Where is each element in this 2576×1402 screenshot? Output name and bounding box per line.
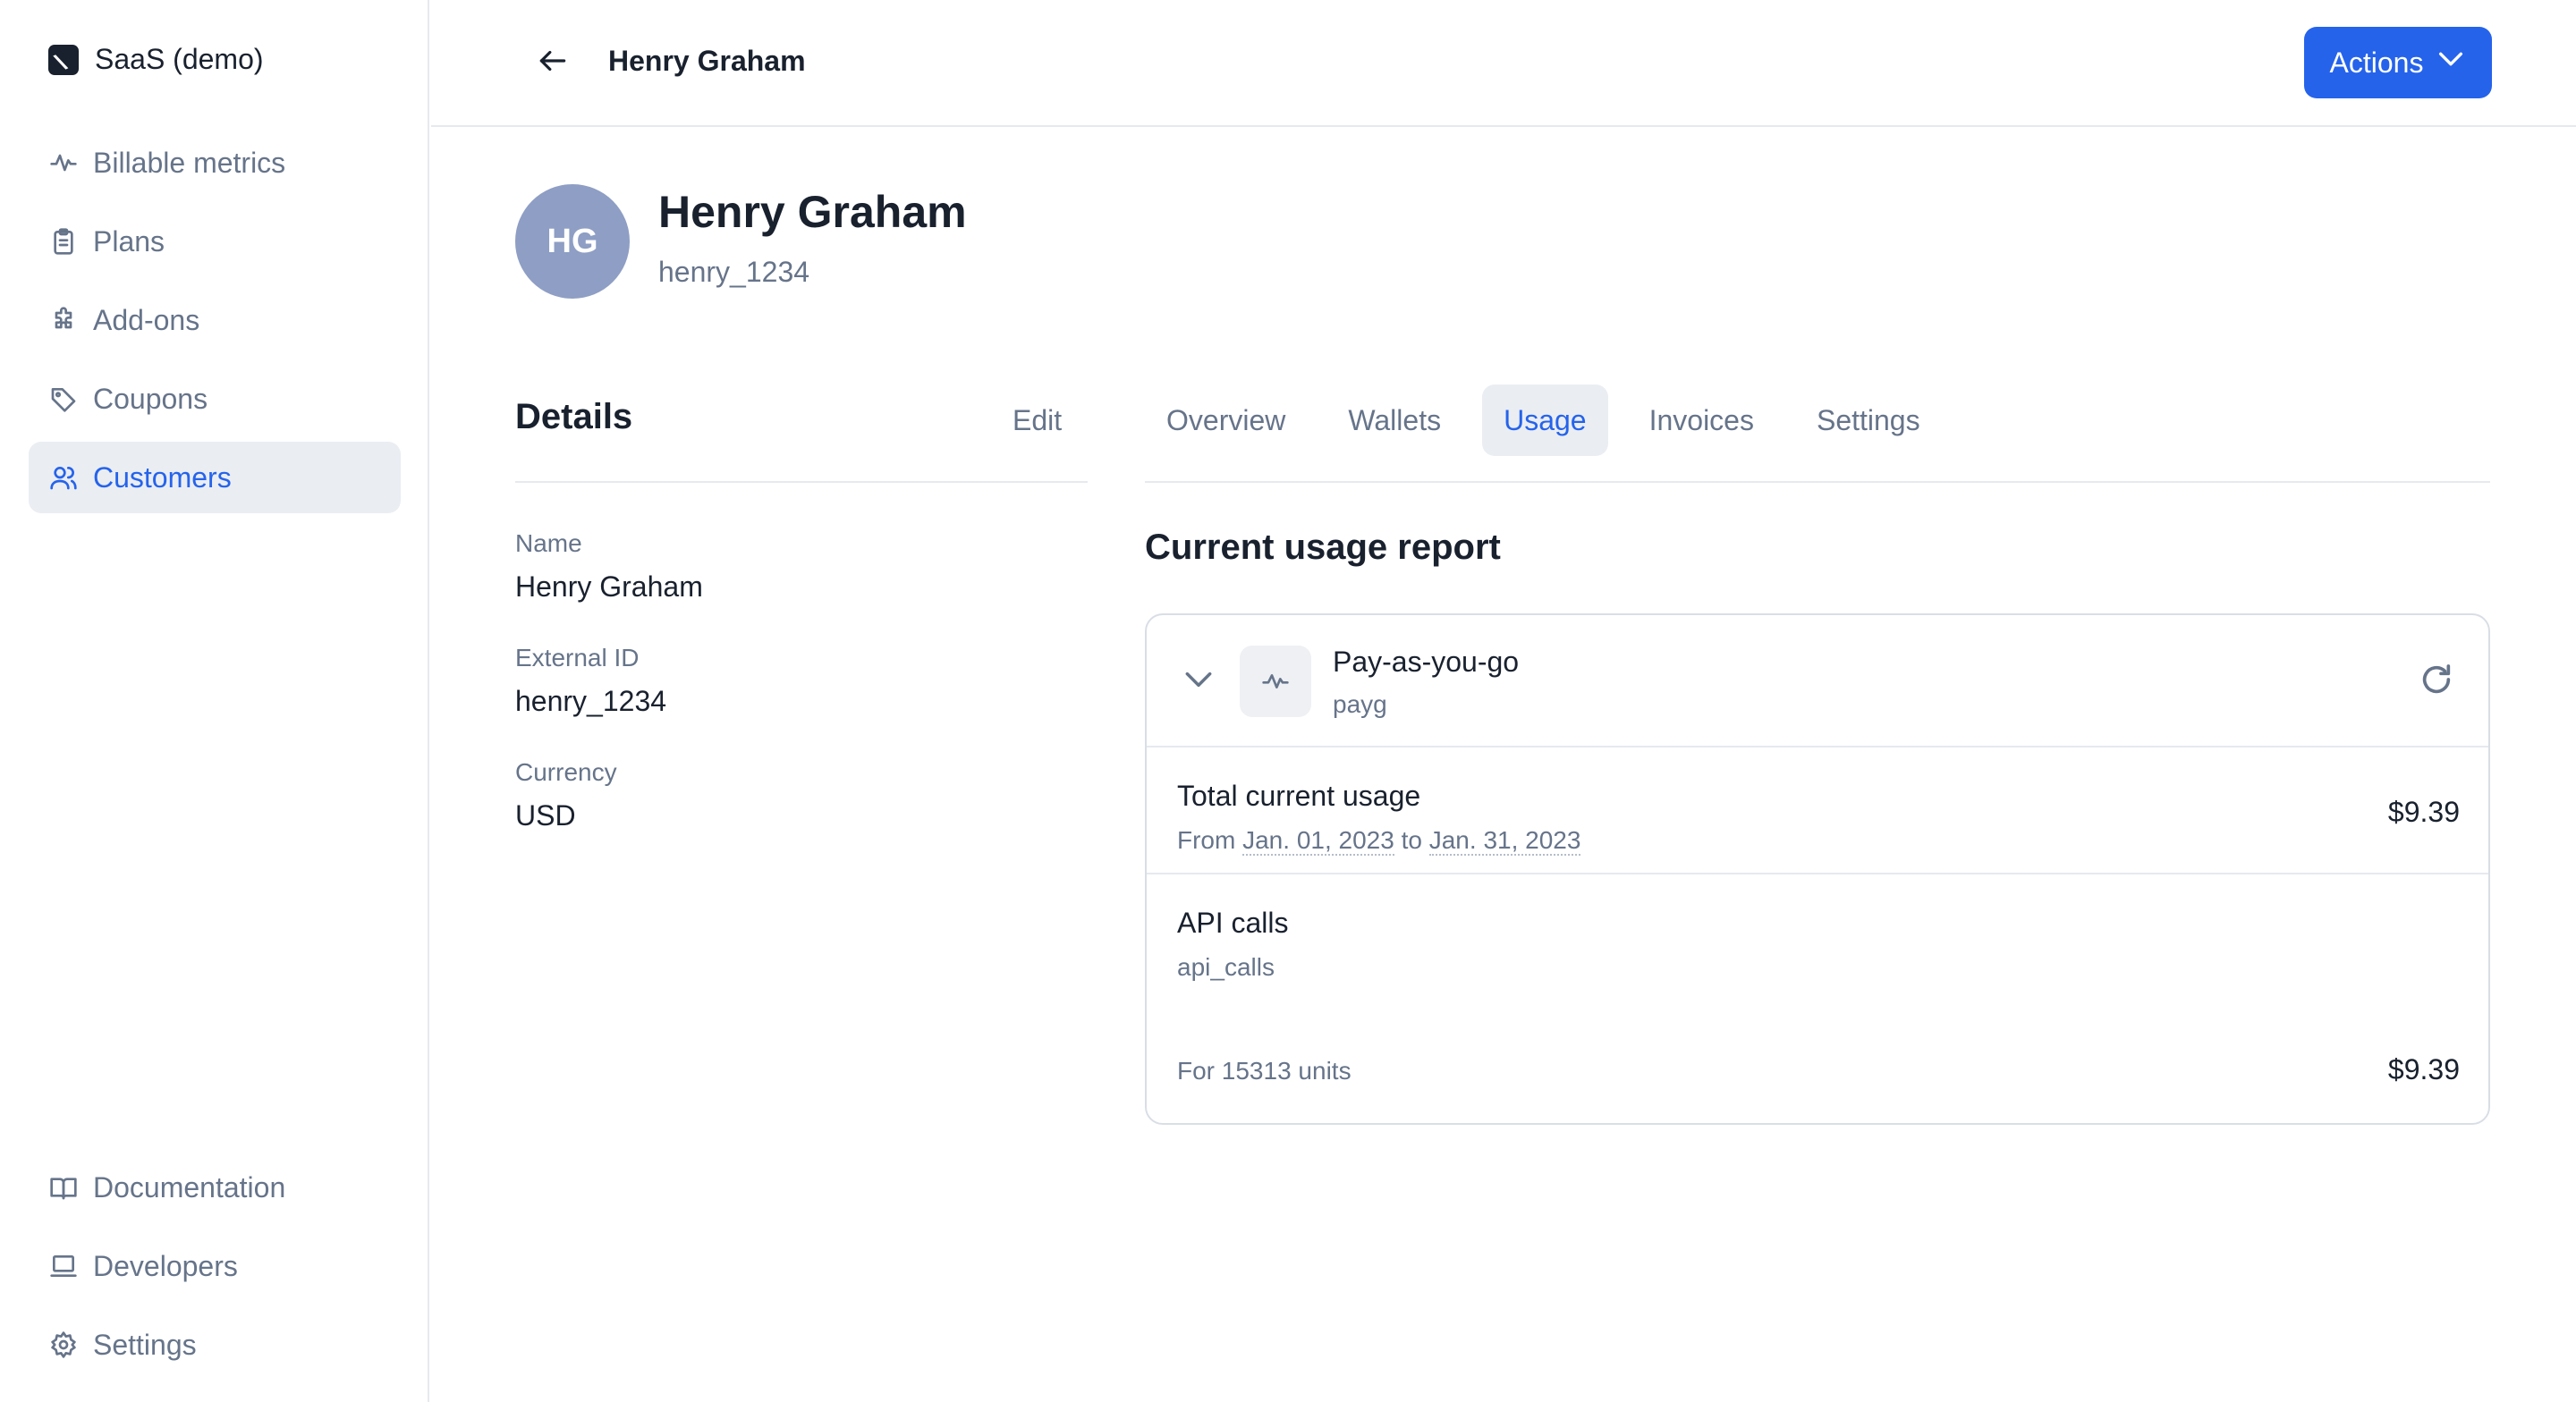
puzzle-icon	[48, 305, 79, 335]
back-button[interactable]	[530, 41, 576, 84]
customer-external-id: henry_1234	[658, 256, 810, 288]
sidebar-item-settings[interactable]: Settings	[29, 1309, 401, 1381]
field-value-currency: USD	[515, 799, 576, 832]
sidebar-item-label: Billable metrics	[93, 146, 286, 179]
period-end-date[interactable]: Jan. 31, 2023	[1428, 826, 1581, 856]
sidebar-nav-main: Billable metrics Plans Add-ons Coupons C…	[29, 127, 401, 520]
pulse-icon	[48, 148, 79, 178]
subscription-header: Pay-as-you-go payg	[1147, 615, 2488, 747]
tab-wallets[interactable]: Wallets	[1326, 384, 1462, 456]
laptop-icon	[48, 1251, 79, 1281]
total-usage-row: Total current usage From Jan. 01, 2023 t…	[1147, 747, 2488, 874]
field-label-external-id: External ID	[515, 644, 640, 671]
field-value-name: Henry Graham	[515, 570, 703, 603]
sidebar-item-customers[interactable]: Customers	[29, 442, 401, 513]
period-from-prefix: From	[1177, 826, 1236, 854]
metric-name: API calls	[1177, 907, 1289, 939]
tab-invoices[interactable]: Invoices	[1628, 384, 1775, 456]
sidebar-nav-footer: Documentation Developers Settings	[29, 1152, 401, 1388]
pulse-icon	[1240, 646, 1311, 717]
total-usage-label: Total current usage	[1177, 780, 1421, 812]
sidebar-item-label: Customers	[93, 460, 232, 494]
customer-name: Henry Graham	[658, 187, 967, 237]
sidebar-item-label: Developers	[93, 1249, 238, 1282]
sidebar-item-plans[interactable]: Plans	[29, 206, 401, 277]
page-header: Henry Graham Actions	[431, 0, 2576, 127]
field-label-name: Name	[515, 529, 582, 557]
chevron-down-icon	[1182, 663, 1216, 701]
details-divider	[515, 481, 1088, 483]
usage-section-title: Current usage report	[1145, 528, 1501, 567]
page-title: Henry Graham	[608, 45, 806, 77]
plan-code: payg	[1333, 690, 1387, 718]
clipboard-icon	[48, 226, 79, 257]
sidebar-item-developers[interactable]: Developers	[29, 1230, 401, 1302]
metric-code: api_calls	[1177, 953, 1275, 981]
customer-tabs: Overview Wallets Usage Invoices Settings	[1145, 384, 1942, 456]
gear-icon	[48, 1330, 79, 1360]
chevron-down-icon	[2436, 44, 2466, 81]
edit-details-button[interactable]: Edit	[1013, 404, 1062, 437]
avatar: HG	[515, 184, 630, 299]
field-label-currency: Currency	[515, 758, 617, 786]
sidebar-item-label: Settings	[93, 1328, 197, 1361]
actions-button[interactable]: Actions	[2304, 27, 2492, 98]
field-value-external-id: henry_1234	[515, 685, 667, 717]
sidebar-item-documentation[interactable]: Documentation	[29, 1152, 401, 1223]
metric-units: For 15313 units	[1177, 1057, 1352, 1085]
book-icon	[48, 1172, 79, 1203]
total-usage-amount: $9.39	[2387, 796, 2460, 828]
tab-overview[interactable]: Overview	[1145, 384, 1307, 456]
users-icon	[48, 462, 79, 493]
details-heading: Details	[515, 397, 633, 436]
org-logo-icon	[48, 44, 79, 75]
actions-label: Actions	[2329, 46, 2424, 79]
tab-usage[interactable]: Usage	[1482, 384, 1608, 456]
org-switcher[interactable]: SaaS (demo)	[48, 43, 264, 76]
collapse-toggle[interactable]	[1179, 662, 1218, 701]
tab-settings[interactable]: Settings	[1795, 384, 1942, 456]
plan-name: Pay-as-you-go	[1333, 646, 1520, 678]
sidebar-item-label: Coupons	[93, 382, 208, 415]
sidebar-item-label: Add-ons	[93, 303, 200, 336]
refresh-button[interactable]	[2417, 662, 2456, 701]
metric-amount: $9.39	[2387, 1053, 2460, 1085]
sidebar-item-label: Documentation	[93, 1170, 286, 1204]
sidebar-item-coupons[interactable]: Coupons	[29, 363, 401, 435]
usage-card: Pay-as-you-go payg Total current usage F…	[1145, 613, 2490, 1125]
sidebar: SaaS (demo) Billable metrics Plans Add-o…	[0, 0, 429, 1402]
org-name: SaaS (demo)	[95, 43, 264, 75]
arrow-left-icon	[536, 44, 570, 82]
period-start-date[interactable]: Jan. 01, 2023	[1242, 826, 1394, 856]
tag-icon	[48, 384, 79, 414]
billing-period: From Jan. 01, 2023 to Jan. 31, 2023	[1177, 826, 1581, 856]
period-to-prefix: to	[1401, 826, 1422, 854]
sidebar-item-label: Plans	[93, 224, 165, 258]
tabs-divider	[1145, 481, 2490, 483]
refresh-icon	[2419, 662, 2454, 702]
sidebar-item-add-ons[interactable]: Add-ons	[29, 284, 401, 356]
sidebar-item-billable-metrics[interactable]: Billable metrics	[29, 127, 401, 198]
